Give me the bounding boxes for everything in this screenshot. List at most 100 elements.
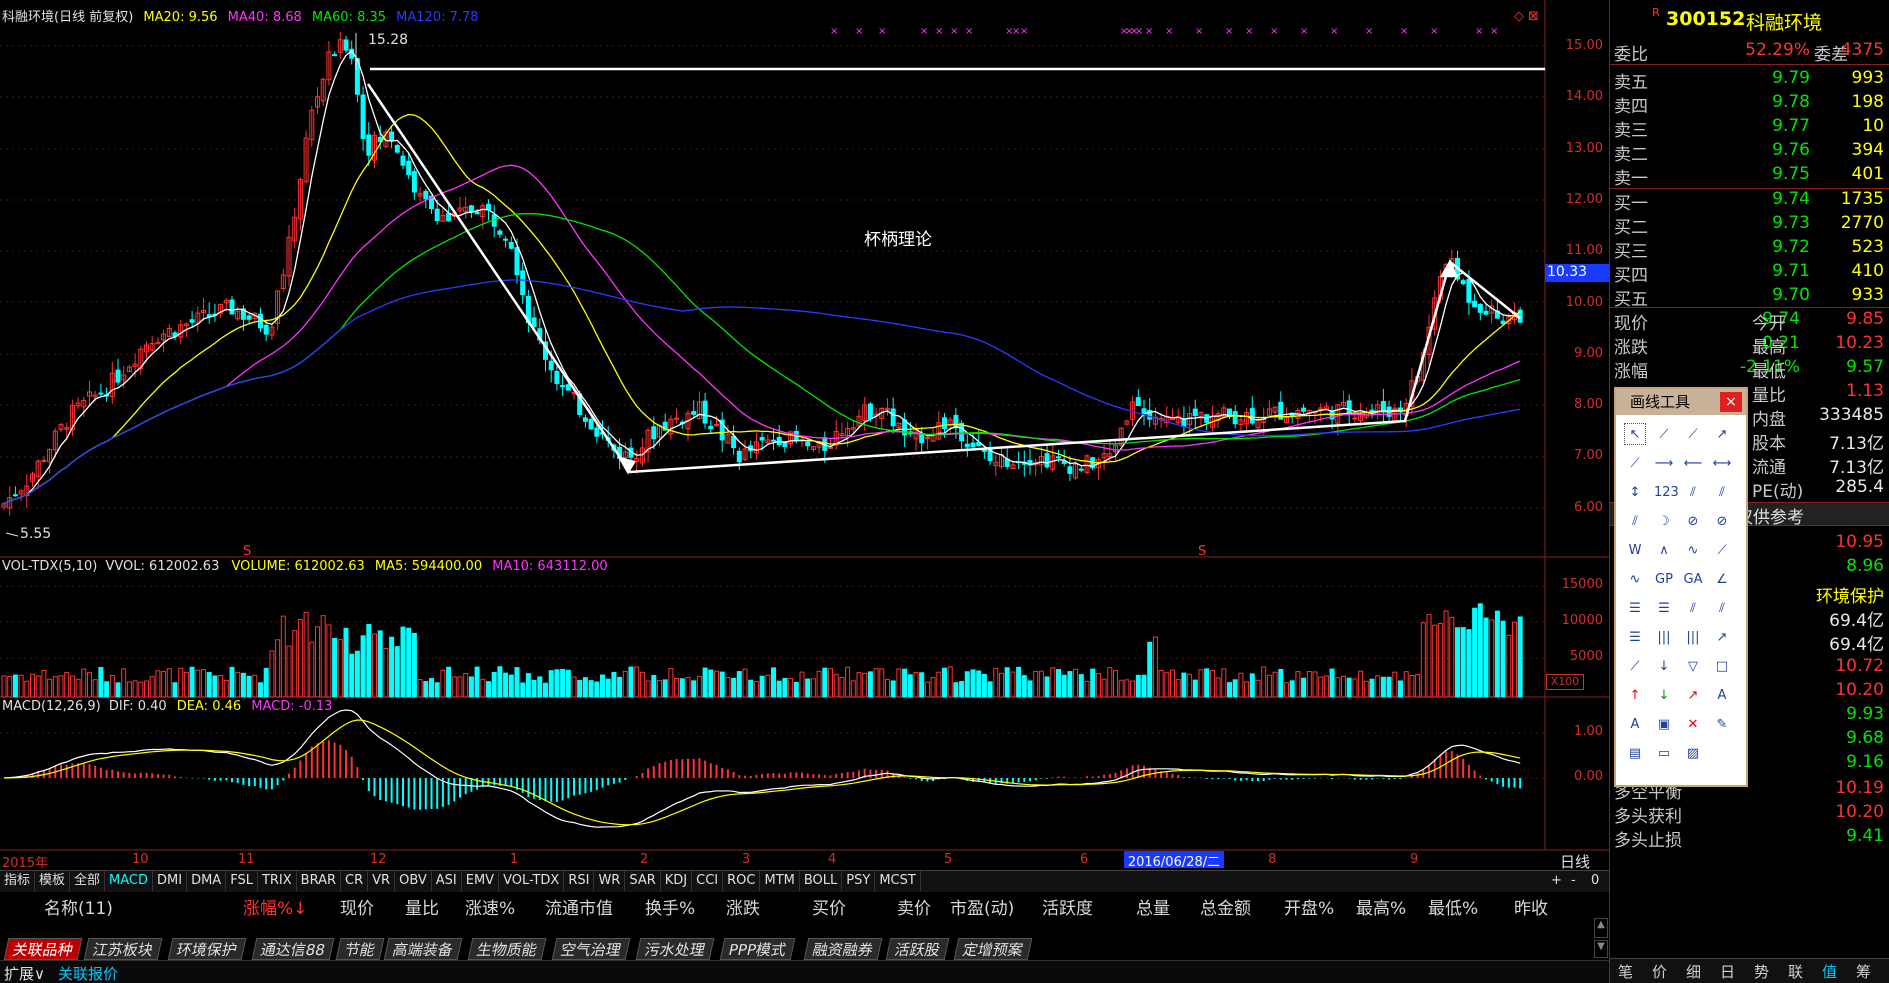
table-header-column[interactable]: 涨跌 (726, 894, 760, 919)
draw-tool-icon[interactable]: 123 (1653, 481, 1679, 503)
draw-tool-icon[interactable]: ∧ (1653, 539, 1675, 561)
buy-price[interactable]: 9.72 (1720, 237, 1810, 257)
draw-tool-icon[interactable]: ✕ (1682, 713, 1704, 735)
draw-tool-icon[interactable]: ▨ (1682, 742, 1704, 764)
zoom-in-button[interactable]: + (1551, 873, 1562, 888)
table-header-column[interactable]: 最低% (1428, 894, 1478, 919)
sector-tab[interactable]: 活跃股 (885, 938, 950, 960)
draw-tool-icon[interactable]: ☰ (1624, 597, 1646, 619)
draw-tool-icon[interactable]: ⫽ (1624, 510, 1646, 532)
indicator-tab[interactable]: MACD (105, 871, 154, 891)
panel-tab[interactable]: 笔 (1618, 961, 1633, 982)
indicator-tab[interactable]: CCI (692, 871, 724, 891)
draw-tool-icon[interactable]: ↓ (1653, 655, 1675, 677)
indicator-tab[interactable]: 全部 (70, 871, 106, 891)
draw-tool-icon[interactable]: ⟵ (1682, 452, 1704, 474)
indicator-tab[interactable]: PSY (842, 871, 876, 891)
indicator-tab[interactable]: RSI (564, 871, 595, 891)
draw-tool-icon[interactable]: ↗ (1711, 423, 1733, 445)
table-header-column[interactable]: 涨速% (465, 894, 515, 919)
indicator-tab[interactable]: TRIX (258, 871, 297, 891)
table-header-column[interactable]: 最高% (1356, 894, 1406, 919)
main-chart[interactable]: × × × × × × × ×× × ×××× × × × × × × × × × × × × × S S ◇ ⊠ (0, 0, 1609, 880)
panel-tab[interactable]: 价 (1652, 961, 1667, 982)
indicator-tab[interactable]: CR (341, 871, 369, 891)
draw-tool-icon[interactable]: ⫽ (1711, 481, 1733, 503)
draw-tool-icon[interactable]: W (1624, 539, 1646, 561)
panel-tab[interactable]: 细 (1686, 961, 1701, 982)
sector-tab[interactable]: 定增预案 (953, 938, 1033, 960)
related-quote-button[interactable]: 关联报价 (58, 963, 118, 983)
indicator-tab[interactable]: 指标 (0, 871, 36, 891)
indicator-tab[interactable]: BOLL (800, 871, 843, 891)
draw-tool-icon[interactable]: ⊘ (1682, 510, 1704, 532)
table-header-column[interactable]: 总金额 (1200, 894, 1251, 919)
draw-tool-icon[interactable]: ⟋ (1711, 539, 1733, 561)
table-header-column[interactable]: 换手% (645, 894, 695, 919)
draw-tool-icon[interactable]: ⟋ (1624, 655, 1646, 677)
draw-tool-icon[interactable]: GP (1653, 568, 1675, 590)
draw-tool-icon[interactable]: ∿ (1682, 539, 1704, 561)
table-header-column[interactable]: 现价 (340, 894, 374, 919)
indicator-tab[interactable]: MTM (760, 871, 800, 891)
scroll-down-button[interactable]: ▼ (1594, 940, 1608, 958)
sell-price[interactable]: 9.79 (1720, 68, 1810, 88)
draw-tool-icon[interactable]: ||| (1682, 626, 1704, 648)
draw-tool-icon[interactable]: ⫽ (1682, 597, 1704, 619)
draw-tool-icon[interactable]: ↕ (1624, 481, 1646, 503)
draw-tool-icon[interactable]: ⟶ (1653, 452, 1675, 474)
sector-tab[interactable]: 污水处理 (635, 938, 715, 960)
draw-tool-icon[interactable]: ⟋ (1624, 452, 1646, 474)
sector-tab[interactable]: PPP模式 (719, 938, 796, 960)
indicator-tab[interactable]: FSL (226, 871, 258, 891)
panel-tab[interactable]: 筹 (1856, 961, 1871, 982)
table-header-column[interactable]: 活跃度 (1042, 894, 1093, 919)
draw-tool-icon[interactable]: ✎ (1711, 713, 1733, 735)
indicator-tab[interactable]: BRAR (297, 871, 342, 891)
draw-tool-icon[interactable]: ↑ (1624, 684, 1646, 706)
draw-tool-icon[interactable]: ▣ (1653, 713, 1675, 735)
sector-tab[interactable]: 环境保护 (167, 938, 247, 960)
indicator-tab[interactable]: 模板 (35, 871, 71, 891)
table-header-column[interactable]: 名称(11) (44, 894, 113, 919)
sector-tab[interactable]: 节能 (335, 938, 385, 960)
draw-tool-icon[interactable]: A (1711, 684, 1733, 706)
draw-tool-icon[interactable]: ↗ (1682, 684, 1704, 706)
table-header-column[interactable]: 市盈(动) (950, 894, 1014, 919)
draw-tool-icon[interactable]: A (1624, 713, 1646, 735)
draw-tool-icon[interactable]: ∠ (1711, 568, 1733, 590)
draw-tool-icon[interactable]: ▤ (1624, 742, 1646, 764)
draw-tool-icon[interactable]: ↖ (1624, 423, 1646, 445)
draw-tool-icon[interactable]: □ (1711, 655, 1733, 677)
sector-tab[interactable]: 关联品种 (3, 938, 83, 960)
table-header-column[interactable]: 买价 (812, 894, 846, 919)
draw-tool-icon[interactable]: ⫽ (1711, 597, 1733, 619)
sector-tab[interactable]: 融资融券 (803, 938, 883, 960)
expand-button[interactable]: 扩展∨ (4, 963, 45, 983)
buy-price[interactable]: 9.70 (1720, 285, 1810, 305)
table-header-column[interactable]: 昨收 (1514, 894, 1548, 919)
draw-tool-icon[interactable]: ⟋ (1682, 423, 1704, 445)
close-small-icon[interactable]: ⊠ (1528, 9, 1539, 24)
indicator-tab[interactable]: VOL-TDX (499, 871, 565, 891)
sector-tab[interactable]: 高端装备 (383, 938, 463, 960)
close-toolbox-button[interactable]: × (1720, 392, 1742, 412)
zoom-out-button[interactable]: - (1571, 873, 1576, 888)
draw-tool-icon[interactable]: ⟋ (1653, 423, 1675, 445)
indicator-tab[interactable]: MCST (875, 871, 921, 891)
sector-tab[interactable]: 生物质能 (467, 938, 547, 960)
diamond-icon[interactable]: ◇ (1514, 9, 1524, 24)
sell-price[interactable]: 9.77 (1720, 116, 1810, 136)
sell-price[interactable]: 9.75 (1720, 164, 1810, 184)
table-header-column[interactable]: 量比 (405, 894, 439, 919)
period-label[interactable]: 日线 (1560, 851, 1590, 872)
sell-price[interactable]: 9.76 (1720, 140, 1810, 160)
panel-tab[interactable]: 势 (1754, 961, 1769, 982)
indicator-tab[interactable]: EMV (462, 871, 500, 891)
buy-price[interactable]: 9.73 (1720, 213, 1810, 233)
indicator-tab[interactable]: WR (594, 871, 626, 891)
draw-toolbox[interactable]: 画线工具 × ↖ ⟋ ⟋ ↗ ⟋ ⟶ ⟵ ⟷ ↕ 123 ⫽ ⫽ ⫽ ☽ ⊘ ⊘ W ∧ ∿ ⟋ ∿ GP GA ∠ ☰ ☰ ⫽ ⫽ ☰… (1614, 387, 1748, 787)
draw-tool-icon[interactable]: ☽ (1653, 510, 1675, 532)
indicator-tab[interactable]: ASI (432, 871, 462, 891)
draw-tool-icon[interactable]: ▽ (1682, 655, 1704, 677)
